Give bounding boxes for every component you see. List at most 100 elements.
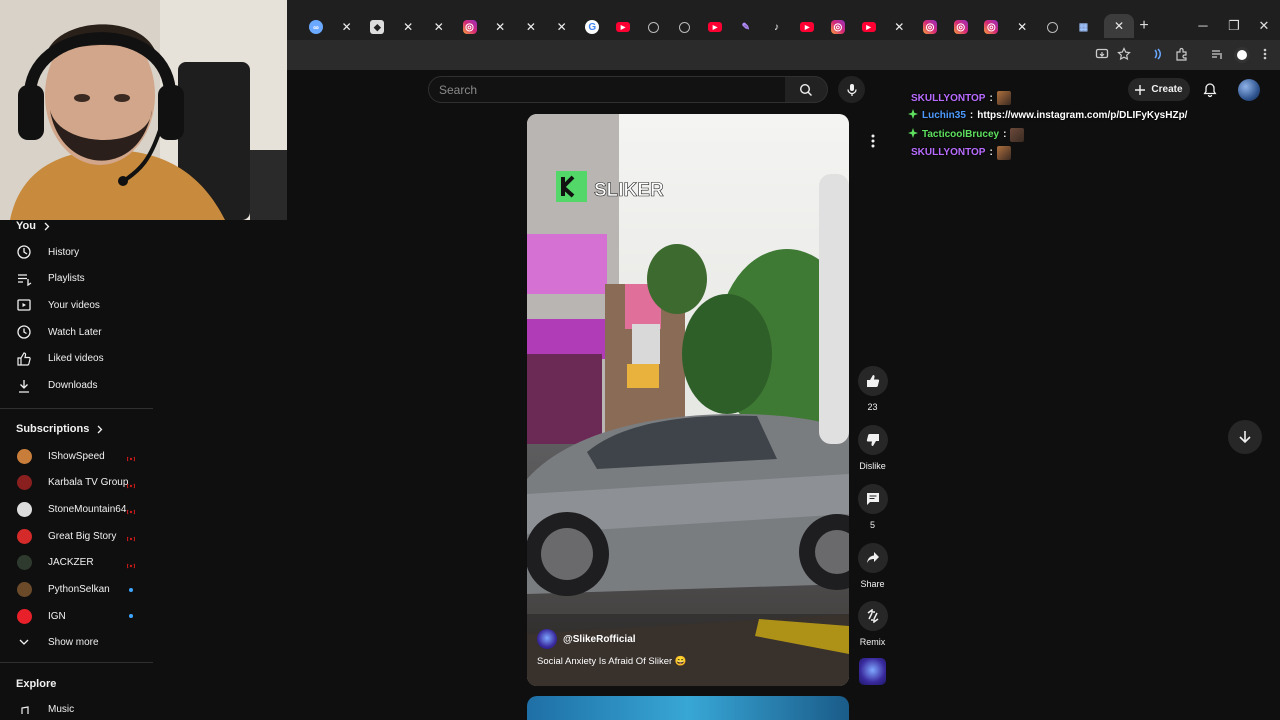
ig-favicon-icon: ◎ <box>923 20 937 34</box>
sidebar-you-heading[interactable]: You <box>16 220 50 232</box>
browser-tab[interactable] <box>643 16 665 38</box>
browser-tab[interactable]: ✕ <box>520 16 542 38</box>
create-button[interactable]: Create <box>1128 78 1190 101</box>
browser-tab[interactable]: ✕ <box>336 16 358 38</box>
browser-tab[interactable]: ✕ <box>551 16 573 38</box>
sidebar-item-label: Music <box>48 704 75 714</box>
ghost-favicon-icon: ◆ <box>370 20 385 34</box>
show-more-button[interactable]: Show more <box>0 630 153 654</box>
chevron-right-icon <box>44 222 50 230</box>
chat-username: Luchin35 <box>922 110 966 122</box>
new-tab-button[interactable]: + <box>1136 18 1152 34</box>
browser-tab[interactable]: ✕ <box>397 16 419 38</box>
browser-tab[interactable]: G <box>581 16 603 38</box>
browser-tab[interactable]: ◎ <box>459 16 481 38</box>
sidebar-item-downloads[interactable]: Downloads <box>0 374 153 398</box>
sidebar-divider <box>0 662 153 663</box>
sidebar-subscriptions-heading[interactable]: Subscriptions <box>16 423 103 435</box>
subscription-item[interactable]: StoneMountain64 <box>0 497 153 521</box>
browser-tab[interactable]: ♪ <box>766 16 788 38</box>
sidebar-item-liked-videos[interactable]: Liked videos <box>0 347 153 371</box>
subscription-item[interactable]: Karbala TV Group <box>0 471 153 495</box>
browser-tab[interactable]: ✕ <box>489 16 511 38</box>
browser-tab[interactable]: ▶ <box>704 16 726 38</box>
channel-handle[interactable]: @SlikeRofficial <box>563 634 636 645</box>
like-button[interactable]: 23 <box>857 366 888 412</box>
next-video-button[interactable] <box>1228 420 1262 454</box>
media-controls-icon[interactable] <box>1209 47 1225 63</box>
channel-avatar <box>16 501 32 517</box>
active-tab-close-button[interactable]: ✕ <box>1104 14 1134 38</box>
extension-icon[interactable] <box>1150 47 1166 63</box>
more-actions-button[interactable] <box>860 128 886 154</box>
browser-tab[interactable]: ✕ <box>428 16 450 38</box>
sidebar-item-music[interactable]: Music <box>0 696 153 714</box>
web-favicon-icon <box>1047 21 1059 33</box>
history-icon <box>16 244 32 260</box>
browser-profile-icon[interactable] <box>1234 47 1250 63</box>
browser-tab[interactable]: ▶ <box>796 16 818 38</box>
subscription-item[interactable]: Great Big Story <box>0 524 153 548</box>
subscription-item[interactable]: IShowSpeed <box>0 444 153 468</box>
sidebar-item-history[interactable]: History <box>0 240 153 264</box>
chat-separator: : <box>989 147 993 159</box>
remix-label: Remix <box>859 637 886 647</box>
new-content-dot-icon <box>129 614 133 619</box>
browser-tab[interactable]: ✕ <box>1011 16 1033 38</box>
yt-favicon-icon: ▶ <box>708 22 723 32</box>
browser-tab[interactable] <box>673 16 695 38</box>
browser-tab[interactable]: ▦ <box>1073 16 1095 38</box>
browser-tab[interactable]: ◎ <box>919 16 941 38</box>
short-video-player[interactable]: SLIKER @SlikeRofficial Social Anxiety Is… <box>527 114 849 686</box>
browser-tab[interactable]: ◎ <box>980 16 1002 38</box>
create-label: Create <box>1151 84 1183 95</box>
dislike-button[interactable]: Dislike <box>857 425 888 471</box>
webcam-overlay <box>0 0 287 220</box>
live-indicator-icon <box>126 507 136 515</box>
subscription-item[interactable]: PythonSelkan <box>0 578 153 602</box>
thumbs-down-icon <box>866 434 879 446</box>
puzzle-extensions-icon[interactable] <box>1174 47 1190 63</box>
sidebar-item-playlists[interactable]: Playlists <box>0 267 153 291</box>
sidebar-item-your-videos[interactable]: Your videos <box>0 293 153 317</box>
browser-tab[interactable]: ✎ <box>735 16 757 38</box>
sidebar-item-label: Your videos <box>48 299 100 311</box>
notifications-button[interactable] <box>1202 82 1218 98</box>
browser-tab[interactable]: ▶ <box>858 16 880 38</box>
restore-button[interactable]: ❐ <box>1225 17 1243 35</box>
install-app-icon[interactable] <box>1094 47 1110 63</box>
browser-tab[interactable]: ∞ <box>305 16 327 38</box>
next-short-preview[interactable] <box>527 696 849 720</box>
channel-avatar <box>16 608 32 624</box>
browser-tab[interactable] <box>1042 16 1064 38</box>
subscription-name: PythonSelkan <box>48 584 110 595</box>
remix-button[interactable]: Remix <box>857 601 888 647</box>
close-window-button[interactable]: ✕ <box>1255 17 1273 35</box>
comments-button[interactable]: 5 <box>857 484 888 530</box>
sound-thumbnail[interactable] <box>859 658 886 685</box>
bookmark-star-icon[interactable] <box>1116 47 1132 63</box>
channel-avatar-image <box>16 528 32 544</box>
video-channel-row[interactable]: @SlikeRofficial <box>537 629 636 649</box>
x-favicon-icon: ✕ <box>556 20 567 34</box>
browser-tab[interactable]: ◆ <box>366 16 388 38</box>
voice-search-button[interactable] <box>838 76 865 103</box>
search-input[interactable] <box>439 83 759 97</box>
minimize-button[interactable]: ─ <box>1194 17 1212 35</box>
browser-tab[interactable]: ◎ <box>950 16 972 38</box>
search-button[interactable] <box>785 76 828 103</box>
channel-avatar[interactable] <box>537 629 557 649</box>
channel-avatar-image <box>16 555 32 571</box>
x-favicon-icon: ✕ <box>495 20 506 34</box>
sidebar-item-watch-later[interactable]: Watch Later <box>0 320 153 344</box>
share-button[interactable]: Share <box>857 543 888 589</box>
subscription-item[interactable]: JACKZER <box>0 551 153 575</box>
browser-tab[interactable]: ✕ <box>888 16 910 38</box>
browser-tab[interactable]: ◎ <box>827 16 849 38</box>
subscription-item[interactable]: IGN <box>0 604 153 628</box>
browser-menu-icon[interactable] <box>1257 47 1273 63</box>
account-avatar[interactable] <box>1238 79 1260 101</box>
tt-favicon-icon: ♪ <box>774 21 779 33</box>
browser-tab[interactable]: ▶ <box>612 16 634 38</box>
webcam-image <box>0 0 287 220</box>
